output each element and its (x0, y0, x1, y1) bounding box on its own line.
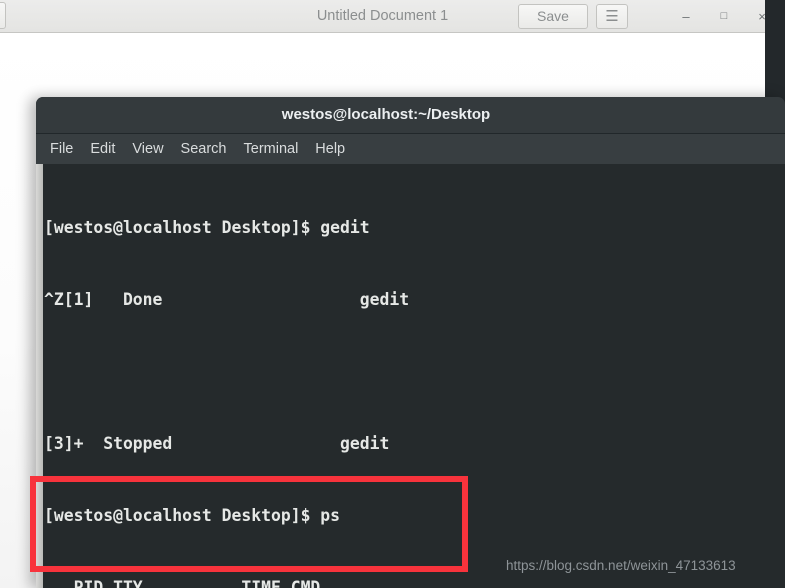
terminal-line: PID TTY TIME CMD (44, 578, 321, 588)
terminal-menubar: File Edit View Search Terminal Help (36, 133, 785, 164)
watermark-text: https://blog.csdn.net/weixin_47133613 (506, 558, 736, 573)
terminal-window: westos@localhost:~/Desktop File Edit Vie… (36, 97, 785, 588)
menu-item-help[interactable]: Help (315, 141, 345, 157)
terminal-line: [3]+ Stopped gedit (44, 434, 390, 453)
terminal-scrollbar[interactable] (36, 164, 43, 588)
gedit-titlebar: Untitled Document 1 Save ☰ – □ × (0, 0, 765, 33)
close-icon[interactable]: × (748, 4, 765, 29)
save-button[interactable]: Save (518, 4, 588, 29)
hamburger-menu-icon[interactable]: ☰ (596, 4, 628, 29)
terminal-titlebar: westos@localhost:~/Desktop (36, 97, 785, 133)
terminal-line: [westos@localhost Desktop]$ gedit (44, 218, 370, 237)
menu-item-terminal[interactable]: Terminal (244, 141, 299, 157)
menu-item-file[interactable]: File (50, 141, 73, 157)
gedit-window-title: Untitled Document 1 (316, 8, 449, 24)
terminal-window-title: westos@localhost:~/Desktop (281, 106, 491, 123)
terminal-line: ^Z[1] Done gedit (44, 290, 410, 309)
terminal-output[interactable]: [westos@localhost Desktop]$ gedit ^Z[1] … (43, 164, 785, 588)
minimize-icon[interactable]: – (672, 4, 700, 29)
menu-item-edit[interactable]: Edit (90, 141, 115, 157)
terminal-line: [westos@localhost Desktop]$ ps (44, 506, 341, 525)
maximize-icon[interactable]: □ (710, 4, 738, 29)
menu-item-search[interactable]: Search (181, 141, 227, 157)
menu-item-view[interactable]: View (132, 141, 163, 157)
